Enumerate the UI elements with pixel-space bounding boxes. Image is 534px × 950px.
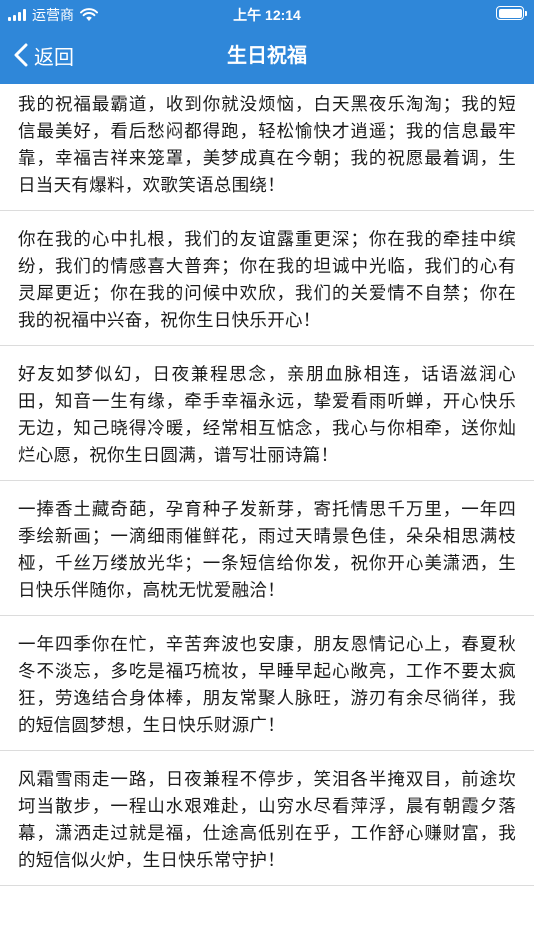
back-label: 返回 bbox=[34, 46, 74, 69]
message-text: 一捧香土藏奇葩，孕育种子发新芽，寄托情思千万里，一年四季绘新画；一滴细雨催鲜花，… bbox=[18, 500, 516, 601]
list-item[interactable]: 好友如梦似幻，日夜兼程思念，亲朋血脉相连，话语滋润心田，知音一生有缘，牵手幸福永… bbox=[0, 346, 534, 481]
message-text: 你在我的心中扎根，我们的友谊露重更深；你在我的牵挂中缤纷，我们的情感喜大普奔；你… bbox=[18, 230, 516, 331]
navigation-bar: 返回 生日祝福 bbox=[0, 26, 534, 84]
list-item[interactable]: 一捧香土藏奇葩，孕育种子发新芽，寄托情思千万里，一年四季绘新画；一滴细雨催鲜花，… bbox=[0, 481, 534, 616]
back-button[interactable]: 返回 bbox=[14, 26, 74, 84]
message-text: 好友如梦似幻，日夜兼程思念，亲朋血脉相连，话语滋润心田，知音一生有缘，牵手幸福永… bbox=[18, 365, 516, 466]
page-title: 生日祝福 bbox=[227, 43, 307, 67]
chevron-left-icon bbox=[14, 43, 28, 67]
list-item[interactable]: 你在我的心中扎根，我们的友谊露重更深；你在我的牵挂中缤纷，我们的情感喜大普奔；你… bbox=[0, 211, 534, 346]
status-bar: 运营商 上午 12:14 bbox=[0, 0, 534, 26]
message-text: 我的祝福最霸道，收到你就没烦恼，白天黑夜乐淘淘；我的短信最美好，看后愁闷都得跑，… bbox=[18, 95, 516, 196]
list-item[interactable]: 我的祝福最霸道，收到你就没烦恼，白天黑夜乐淘淘；我的短信最美好，看后愁闷都得跑，… bbox=[0, 84, 534, 211]
message-text: 风霜雪雨走一路，日夜兼程不停步，笑泪各半掩双目，前途坎坷当散步，一程山水艰难赴，… bbox=[18, 770, 516, 871]
message-text: 一年四季你在忙，辛苦奔波也安康，朋友恩情记心上，春夏秋冬不淡忘，多吃是福巧梳妆，… bbox=[18, 635, 516, 736]
list-item[interactable]: 风霜雪雨走一路，日夜兼程不停步，笑泪各半掩双目，前途坎坷当散步，一程山水艰难赴，… bbox=[0, 751, 534, 886]
battery-icon bbox=[496, 6, 527, 20]
app-screen: 运营商 上午 12:14 返回 生日祝福 我的祝福最霸道，收到你就没烦恼，白天黑… bbox=[0, 0, 534, 950]
list-item[interactable]: 一年四季你在忙，辛苦奔波也安康，朋友恩情记心上，春夏秋冬不淡忘，多吃是福巧梳妆，… bbox=[0, 616, 534, 751]
message-list[interactable]: 我的祝福最霸道，收到你就没烦恼，白天黑夜乐淘淘；我的短信最美好，看后愁闷都得跑，… bbox=[0, 84, 534, 950]
status-time: 上午 12:14 bbox=[233, 7, 301, 23]
